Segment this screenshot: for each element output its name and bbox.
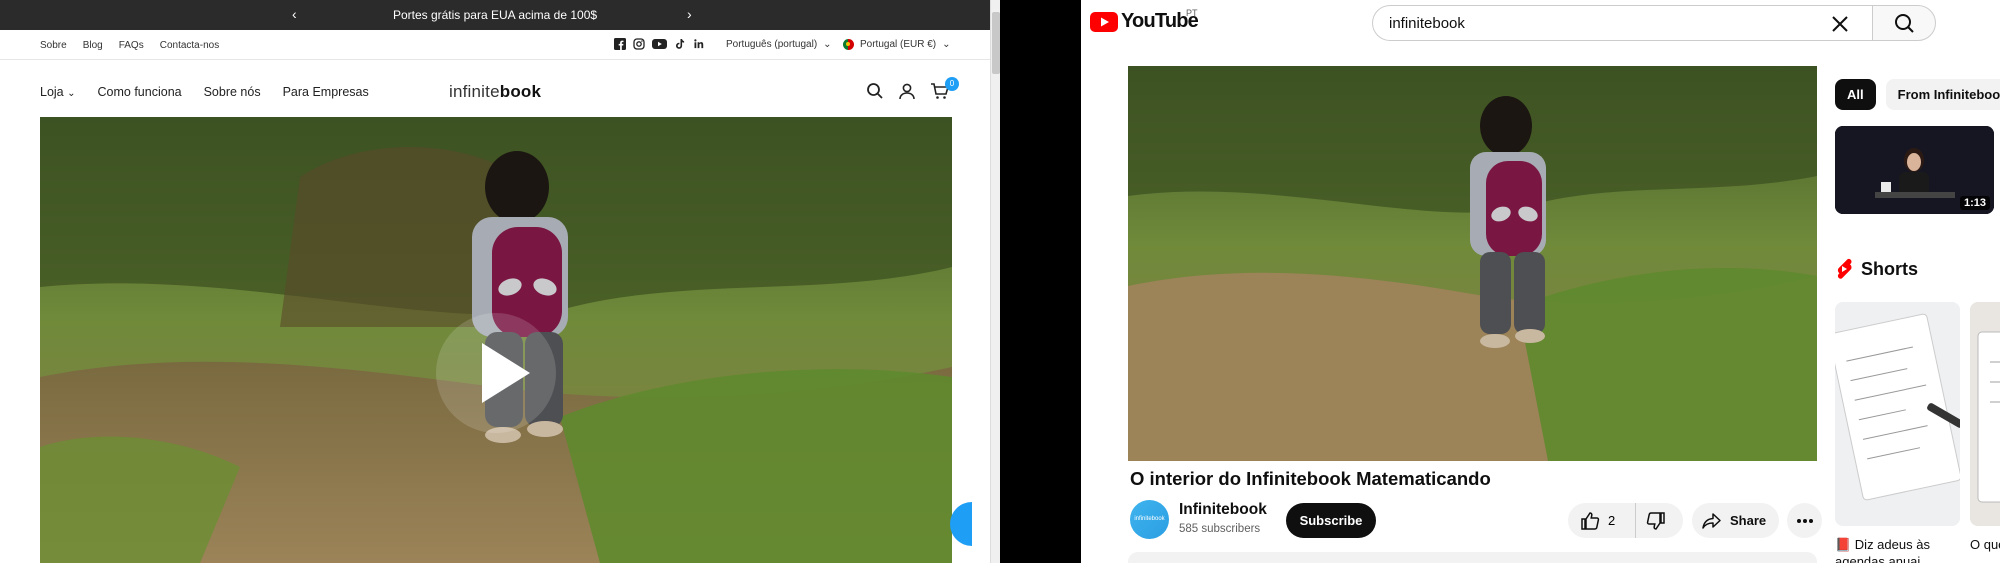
nav-item-shop[interactable]: Loja ⌄ (40, 85, 76, 99)
hero-video[interactable] (40, 117, 952, 563)
scrollbar-thumb[interactable] (992, 12, 1000, 74)
shop-logo[interactable]: infinitebook (449, 82, 541, 102)
filter-chips: All From Infinitebook (1835, 79, 2000, 110)
logo-light-text: infinite (449, 82, 500, 101)
next-arrow-icon[interactable]: › (687, 6, 692, 22)
chevron-down-icon: ⌄ (823, 39, 832, 50)
chip-all[interactable]: All (1835, 79, 1876, 110)
description-box[interactable] (1128, 552, 1817, 563)
country-selector[interactable]: Portugal (EUR €) ⌄ (843, 39, 951, 50)
search-box[interactable]: infinitebook (1372, 5, 1872, 41)
account-icon[interactable] (898, 82, 916, 100)
facebook-icon[interactable] (614, 38, 626, 50)
link-contact[interactable]: Contacta-nos (160, 40, 219, 51)
region-code: PT (1186, 8, 1198, 18)
youtube-page: YouTube PT infinitebook O interior do In… (1081, 0, 2000, 563)
short-thumbnail[interactable] (1970, 302, 2000, 526)
thumbs-up-icon (1581, 511, 1600, 530)
logo-bold-text: book (499, 82, 542, 101)
link-blog[interactable]: Blog (83, 40, 103, 51)
notebook-image (1835, 302, 1960, 526)
shorts-label: Shorts (1861, 258, 1919, 279)
search-button[interactable] (1872, 5, 1936, 41)
thumbs-down-icon (1646, 511, 1665, 530)
share-arrow-icon (1702, 512, 1721, 529)
recommended-video-thumbnail[interactable]: 1:13 (1835, 126, 1994, 214)
more-horizontal-icon (1796, 518, 1813, 523)
channel-avatar[interactable]: infinitebook (1130, 500, 1169, 539)
like-dislike-group: 2 (1568, 503, 1683, 538)
nav-item-business[interactable]: Para Empresas (283, 85, 369, 99)
dislike-button[interactable] (1636, 503, 1666, 538)
short-title[interactable]: 📕 Diz adeus às agendas anuai (1835, 536, 1960, 563)
channel-name[interactable]: Infinitebook (1179, 501, 1267, 519)
page-scrollbar[interactable] (990, 0, 1000, 563)
social-links (614, 38, 705, 50)
cart-count-badge: 0 (945, 77, 959, 91)
utility-links: Sobre Blog FAQs Contacta-nos (40, 40, 219, 51)
like-count: 2 (1608, 513, 1616, 528)
chip-from-channel[interactable]: From Infinitebook (1885, 79, 2000, 110)
prev-arrow-icon[interactable]: ‹ (292, 6, 297, 22)
more-actions-button[interactable] (1787, 503, 1822, 538)
youtube-play-logo-icon (1090, 11, 1118, 32)
short-title[interactable]: O que Infinit (1970, 536, 2000, 553)
language-label: Português (portugal) (726, 39, 818, 50)
link-about[interactable]: Sobre (40, 40, 67, 51)
tiktok-icon[interactable] (674, 38, 686, 50)
clear-search-icon[interactable] (1826, 10, 1854, 38)
announcement-text: Portes grátis para EUA acima de 100$ (392, 8, 598, 22)
video-frame-image (1128, 66, 1817, 461)
utility-bar: Sobre Blog FAQs Contacta-nos Português (… (0, 30, 990, 60)
video-player[interactable] (1128, 66, 1817, 461)
youtube-logo[interactable]: YouTube PT (1090, 8, 1199, 33)
chat-widget-button[interactable] (950, 502, 972, 546)
search-icon (1895, 14, 1914, 33)
share-button[interactable]: Share (1692, 503, 1779, 538)
shorts-icon (1837, 258, 1852, 279)
nav-item-about-us[interactable]: Sobre nós (204, 85, 261, 99)
subscriber-count: 585 subscribers (1179, 523, 1261, 535)
link-faqs[interactable]: FAQs (119, 40, 144, 51)
search-input[interactable]: infinitebook (1389, 15, 1465, 32)
language-selector[interactable]: Português (portugal) ⌄ (726, 39, 832, 50)
play-icon (482, 343, 530, 403)
share-label: Share (1730, 513, 1767, 528)
main-nav: Loja ⌄ Como funciona Sobre nós Para Empr… (0, 60, 990, 116)
nav-menu: Loja ⌄ Como funciona Sobre nós Para Empr… (40, 85, 369, 99)
notebook-image (1970, 302, 2000, 526)
youtube-icon[interactable] (652, 38, 667, 50)
nav-item-how-it-works[interactable]: Como funciona (98, 85, 182, 99)
chevron-down-icon: ⌄ (67, 88, 76, 99)
nav-item-label: Loja (40, 85, 64, 99)
instagram-icon[interactable] (633, 38, 645, 50)
short-thumbnail[interactable] (1835, 302, 1960, 526)
shorts-section-header: Shorts (1835, 258, 1918, 280)
search-icon[interactable] (866, 82, 884, 100)
chevron-down-icon: ⌄ (942, 39, 951, 50)
country-label: Portugal (EUR €) (860, 39, 937, 50)
shop-website: ‹ Portes grátis para EUA acima de 100$ ›… (0, 0, 1000, 563)
linkedin-icon[interactable] (693, 38, 705, 50)
portugal-flag-icon (843, 39, 854, 50)
video-duration: 1:13 (1959, 196, 1990, 210)
nav-icons (866, 82, 950, 100)
subscribe-button[interactable]: Subscribe (1286, 503, 1376, 538)
play-button[interactable] (436, 313, 556, 433)
announcement-bar: ‹ Portes grátis para EUA acima de 100$ › (0, 0, 990, 30)
video-title: O interior do Infinitebook Matematicando (1130, 468, 1491, 489)
like-button[interactable]: 2 (1568, 503, 1636, 538)
